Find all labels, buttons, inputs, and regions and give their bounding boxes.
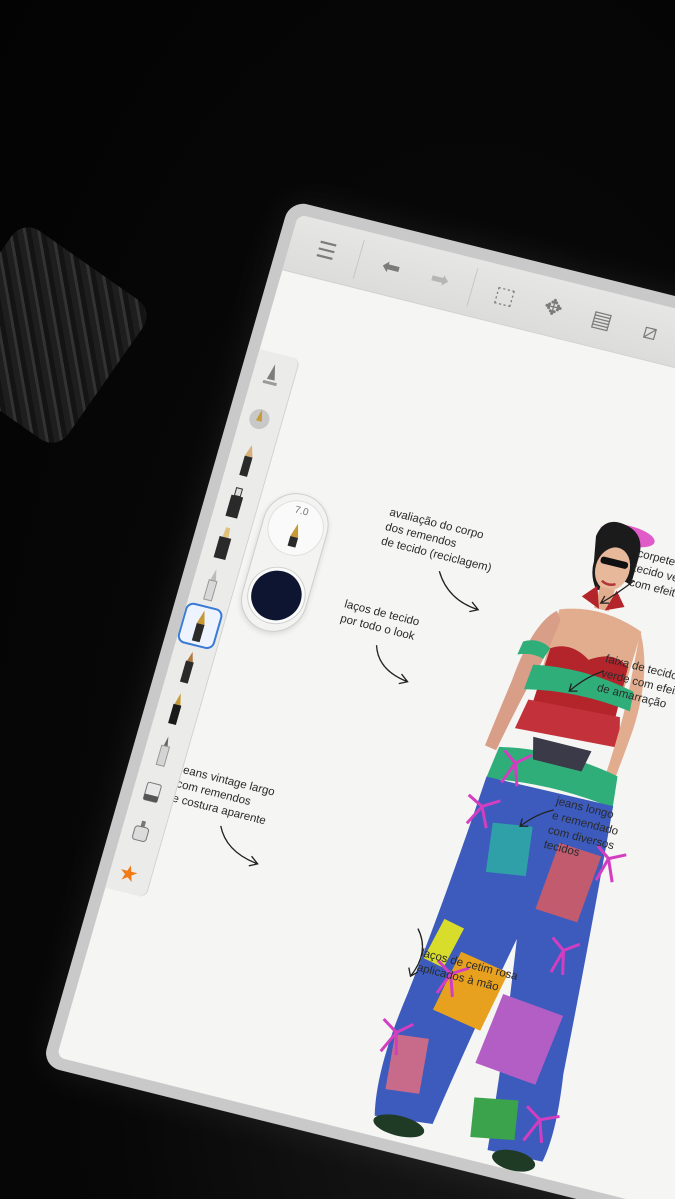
brush-settings-icon[interactable] [249, 355, 292, 399]
redo-icon[interactable]: ➡ [412, 254, 468, 304]
tablet-device: ☰ ⬅ ➡ ⬚ ✥ ▤ ⧄ ⟆ [41, 200, 675, 1199]
toolbar-divider [466, 267, 479, 307]
drawing-canvas[interactable]: avaliação do corpo dos remendos de tecid… [115, 287, 675, 1199]
eraser-icon[interactable] [130, 770, 173, 814]
transform-icon[interactable]: ✥ [526, 283, 582, 333]
pencil-icon[interactable] [226, 438, 269, 482]
felt-tip-icon[interactable] [202, 521, 245, 565]
annotation-jeans-vintage: jeans vintage largo com remendos e costu… [170, 763, 277, 828]
fountain-pen-icon[interactable] [175, 601, 224, 651]
chisel-marker-icon[interactable] [166, 645, 209, 689]
marker-icon[interactable] [214, 480, 257, 524]
undo-icon[interactable]: ⬅ [364, 242, 420, 292]
pen-icon[interactable] [237, 397, 280, 441]
toolbar-divider [352, 239, 365, 279]
nib-icon [287, 523, 299, 548]
selection-icon[interactable]: ⬚ [477, 271, 533, 321]
airbrush-icon[interactable] [119, 811, 162, 855]
brush-icon[interactable] [190, 562, 233, 606]
list-icon[interactable]: ☰ [299, 226, 355, 276]
layers-icon[interactable]: ▤ [574, 295, 630, 345]
photo-scene: ☰ ⬅ ➡ ⬚ ✥ ▤ ⧄ ⟆ [0, 0, 675, 1199]
arrow-jeans-vintage [220, 825, 259, 867]
favorites-star-icon[interactable]: ★ [107, 852, 150, 896]
camera-strap [0, 219, 155, 451]
annotation-fabric-bows: laços de tecido por todo o look [338, 598, 421, 643]
brush-size-control[interactable]: 7.0 [260, 494, 331, 562]
ruler-icon[interactable]: ⧄ [623, 307, 675, 357]
drawing-app-screen: ☰ ⬅ ➡ ⬚ ✥ ▤ ⧄ ⟆ [56, 214, 675, 1199]
fineliner-icon[interactable] [142, 728, 185, 772]
ink-pen-icon[interactable] [154, 687, 197, 731]
